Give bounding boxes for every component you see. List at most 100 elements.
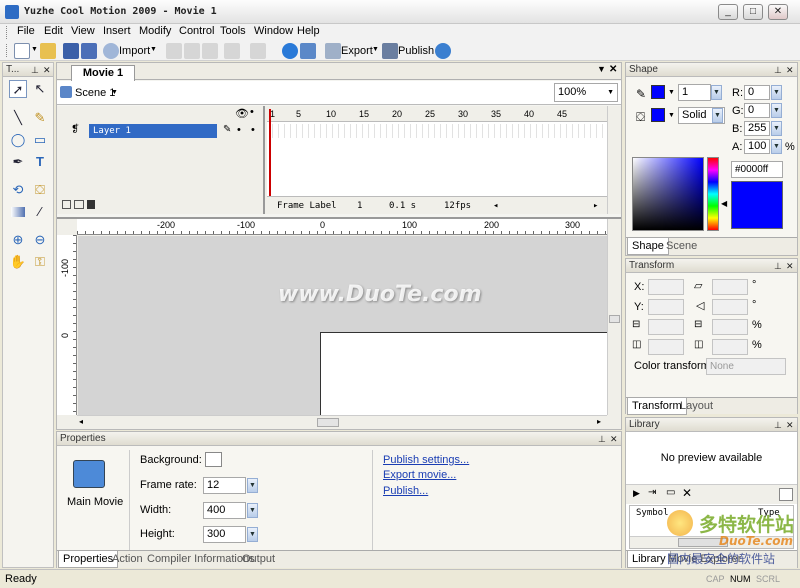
undo-icon[interactable] [224, 43, 240, 59]
lock-icon[interactable]: ⚿ [31, 253, 49, 271]
layer-name[interactable]: Layer 1 [89, 124, 217, 138]
export-icon[interactable] [325, 43, 341, 59]
width-input[interactable]: 400 [203, 502, 246, 519]
hand-tool-icon[interactable]: ✋ [9, 253, 27, 271]
publish-button[interactable]: Publish [398, 45, 434, 57]
menu-help[interactable]: Help [297, 25, 320, 37]
tab-scene[interactable]: Scene [666, 240, 697, 252]
pin-icon[interactable]: ⊥ [31, 64, 39, 77]
width-dropdown-icon[interactable]: ▼ [247, 503, 258, 518]
publish-icon[interactable] [382, 43, 398, 59]
pencil-tool-icon[interactable]: ✎ [31, 109, 49, 127]
import-button[interactable]: Import [119, 45, 150, 57]
tab-action[interactable]: Action [112, 553, 143, 565]
cut-icon[interactable] [166, 43, 182, 59]
red-dropdown-icon[interactable]: ▼ [771, 85, 782, 100]
skew-h-input[interactable] [712, 279, 748, 295]
tab-shape[interactable]: Shape [627, 238, 669, 255]
minimize-button[interactable]: _ [718, 4, 738, 20]
save-all-icon[interactable] [81, 43, 97, 59]
pin-icon[interactable]: ⊥ [774, 260, 782, 273]
zoom-select[interactable]: 100% ▼ [554, 83, 618, 102]
close-icon[interactable]: ✕ [786, 64, 794, 77]
new-file-icon[interactable] [14, 43, 30, 59]
stroke-width-input[interactable]: 1 [678, 84, 711, 101]
tab-output[interactable]: Output [242, 553, 275, 565]
tab-properties[interactable]: Properties [58, 551, 119, 568]
line-tool-icon[interactable]: ╲ [9, 109, 27, 127]
paste-icon[interactable] [202, 43, 218, 59]
play-preview-icon[interactable]: ▶ [633, 488, 640, 499]
stage-vscroll[interactable] [607, 219, 621, 415]
scale-h-input[interactable] [712, 319, 748, 335]
y-input[interactable] [648, 299, 684, 315]
x-input[interactable] [648, 279, 684, 295]
publish-settings-link[interactable]: Publish settings... [383, 454, 469, 466]
background-color-swatch[interactable] [205, 452, 222, 467]
scale-v-input[interactable] [712, 339, 748, 355]
copy-icon[interactable] [184, 43, 200, 59]
menu-window[interactable]: Window [254, 25, 293, 37]
stage-hscroll[interactable]: ◂ ▸ [77, 415, 607, 429]
scene-dropdown-icon[interactable]: ▼ [111, 89, 118, 96]
gradient-tool-icon[interactable] [9, 203, 27, 221]
menu-file[interactable]: File [17, 25, 35, 37]
alpha-dropdown-icon[interactable]: ▼ [771, 139, 782, 154]
scroll-right-icon[interactable]: ▸ [593, 201, 598, 211]
skew-v-input[interactable] [712, 299, 748, 315]
fill-color-dropdown-icon[interactable]: ▼ [668, 112, 675, 119]
menu-tools[interactable]: Tools [220, 25, 246, 37]
tab-menu-icon[interactable]: ▼ [597, 64, 606, 74]
delete-symbol-icon[interactable]: ✕ [682, 486, 692, 500]
color-picker-field[interactable] [632, 157, 704, 231]
open-folder-icon[interactable] [40, 43, 56, 59]
red-input[interactable]: 0 [744, 85, 770, 100]
subselect-arrow-icon[interactable]: ↖ [31, 80, 49, 98]
scene-selector[interactable]: Scene 1 [75, 87, 115, 99]
hscroll-left-icon[interactable]: ◂ [79, 417, 83, 426]
alpha-input[interactable]: 100 [744, 139, 770, 154]
tab-compiler-informations[interactable]: Compiler Informations [147, 553, 255, 565]
lock-column-icon[interactable]: • [250, 106, 254, 118]
play-icon[interactable] [282, 43, 298, 59]
delete-layer-icon[interactable] [87, 200, 95, 209]
library-hscroll-thumb[interactable] [678, 538, 728, 547]
zoom-in-icon[interactable]: ⊕ [9, 231, 27, 249]
library-list[interactable]: Symbol Type [629, 505, 794, 549]
rectangle-tool-icon[interactable]: ▭ [31, 131, 49, 149]
zoom-out-icon[interactable]: ⊖ [31, 231, 49, 249]
save-icon[interactable] [63, 43, 79, 59]
timeline-vscroll[interactable] [607, 106, 621, 214]
hscroll-thumb[interactable] [317, 418, 339, 427]
frame-rate-input[interactable]: 12 [203, 477, 246, 494]
document-tab[interactable]: Movie 1 [71, 65, 135, 81]
new-dropdown-icon[interactable]: ▼ [31, 46, 38, 53]
close-icon[interactable]: ✕ [610, 433, 618, 446]
type-column-header[interactable]: Type [758, 508, 780, 518]
frame-row[interactable] [267, 124, 607, 138]
hscroll-right-icon[interactable]: ▸ [597, 417, 601, 426]
menu-insert[interactable]: Insert [103, 25, 131, 37]
export-dropdown-icon[interactable]: ▼ [372, 46, 379, 53]
blue-dropdown-icon[interactable]: ▼ [771, 121, 782, 136]
add-layer-icon[interactable] [62, 200, 71, 209]
redo-icon[interactable] [250, 43, 266, 59]
tab-library[interactable]: Library [627, 551, 671, 568]
scroll-left-icon[interactable]: ◂ [493, 201, 498, 211]
close-icon[interactable]: ✕ [786, 260, 794, 273]
hex-color-input[interactable]: #0000ff [731, 161, 783, 178]
close-document-icon[interactable]: ✕ [609, 64, 617, 75]
tab-movie-explorer[interactable]: Movie Explorer [668, 553, 741, 565]
publish-link[interactable]: Publish... [383, 485, 428, 497]
pin-icon[interactable]: ⊥ [598, 433, 606, 446]
color-transform-select[interactable]: None [706, 358, 786, 375]
new-symbol-icon[interactable]: ⇥ [648, 487, 656, 498]
hue-slider[interactable] [707, 157, 719, 231]
close-icon[interactable]: ✕ [43, 64, 51, 77]
export-button[interactable]: Export [341, 45, 373, 57]
pin-icon[interactable]: ⊥ [774, 419, 782, 432]
text-tool-icon[interactable]: T [31, 153, 49, 171]
add-folder-icon[interactable] [74, 200, 84, 209]
frame-rate-dropdown-icon[interactable]: ▼ [247, 478, 258, 493]
fill-color-swatch[interactable] [651, 108, 665, 122]
